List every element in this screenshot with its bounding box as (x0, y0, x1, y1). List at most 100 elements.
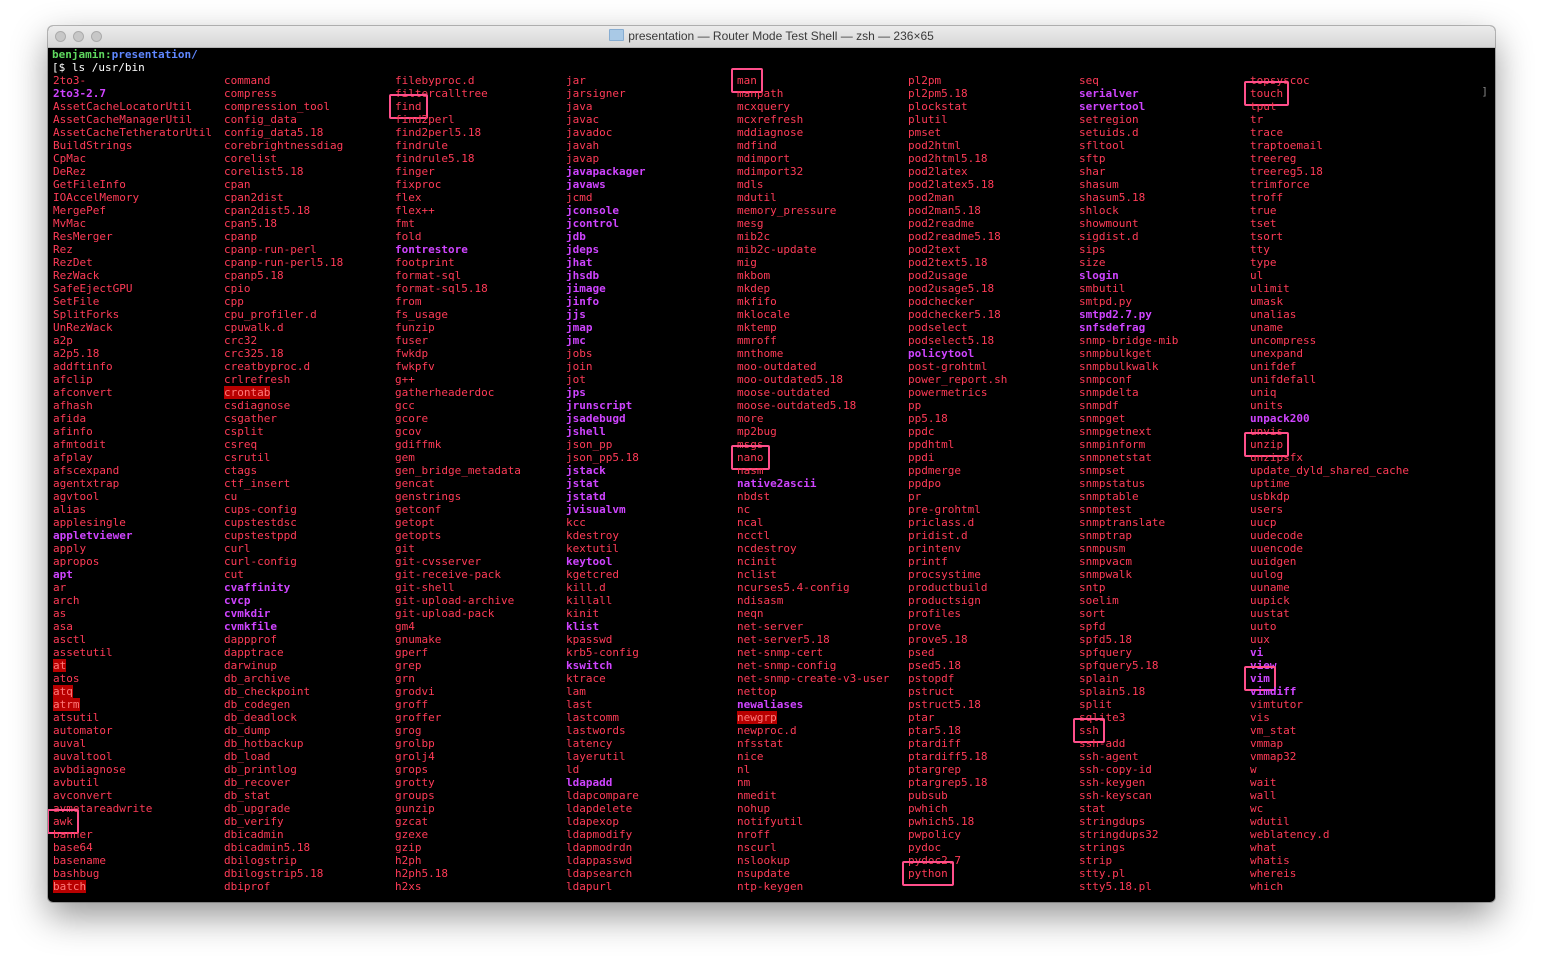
ls-row: agvtool (53, 490, 224, 503)
file-entry: snmptest (1079, 503, 1132, 516)
file-entry: crlrefresh (224, 373, 291, 386)
file-entry: batch (53, 880, 87, 893)
file-entry: pubsub (908, 789, 948, 802)
file-entry: strings (1079, 841, 1126, 854)
ls-row: treereg (1250, 152, 1421, 165)
window-title: presentation — Router Mode Test Shell — … (628, 29, 934, 43)
ls-row: cpio (224, 282, 395, 295)
terminal-content[interactable]: benjamin:presentation/ [$ ls /usr/bin ] … (48, 48, 1491, 902)
file-entry: jrunscript (566, 399, 633, 412)
ls-row: ptar5.18 (908, 724, 1079, 737)
file-entry: ssh-keyscan (1079, 789, 1152, 802)
file-entry: at (53, 659, 67, 672)
file-entry: moose-outdated (737, 386, 830, 399)
ls-row: priclass.d (908, 516, 1079, 529)
ls-row: ssh-keyscan (1079, 789, 1250, 802)
file-entry: cvaffinity (224, 581, 291, 594)
file-entry: ResMerger (53, 230, 113, 243)
file-entry: whereis (1250, 867, 1297, 880)
file-entry: compression_tool (224, 100, 330, 113)
ls-row: post-grohtml (908, 360, 1079, 373)
ls-row: a2p5.18 (53, 347, 224, 360)
ls-row: assetutil (53, 646, 224, 659)
file-entry: nslookup (737, 854, 790, 867)
ls-row: git-receive-pack (395, 568, 566, 581)
file-entry: cups-config (224, 503, 297, 516)
file-entry: gzip (395, 841, 422, 854)
file-entry: pre-grohtml (908, 503, 981, 516)
ls-row: fixproc (395, 178, 566, 191)
ls-row: AssetCacheLocatorUtil (53, 100, 224, 113)
file-entry: nscurl (737, 841, 777, 854)
ls-row: command (224, 74, 395, 87)
title-bar[interactable]: presentation — Router Mode Test Shell — … (48, 26, 1495, 48)
highlighted-entry: python (902, 861, 954, 886)
file-entry: jps (566, 386, 586, 399)
file-entry: cupstestppd (224, 529, 297, 542)
file-entry: pod2readme5.18 (908, 230, 1001, 243)
file-entry: base64 (53, 841, 93, 854)
ls-row: asa (53, 620, 224, 633)
ls-row: unpack200 (1250, 412, 1421, 425)
file-entry: troff (1250, 191, 1284, 204)
file-entry: snmpgetnext (1079, 425, 1152, 438)
file-entry: net-snmp-config (737, 659, 837, 672)
file-entry: ptardiff5.18 (908, 750, 988, 763)
ls-row: nclist (737, 568, 908, 581)
ls-row: afhash (53, 399, 224, 412)
ls-row: touch (1243, 81, 1421, 106)
ls-row: newgrp (737, 711, 908, 724)
ls-row: corelist5.18 (224, 165, 395, 178)
file-entry: cpp (224, 295, 244, 308)
ls-row: tsort (1250, 230, 1421, 243)
file-entry: kdestroy (566, 529, 619, 542)
file-entry: spfd (1079, 620, 1106, 633)
ls-row: shar (1079, 165, 1250, 178)
ls-row: kcc (566, 516, 737, 529)
ls-row: grep (395, 659, 566, 672)
file-entry: gunzip (395, 802, 435, 815)
file-entry: appletviewer (53, 529, 133, 542)
file-entry: jshell (566, 425, 606, 438)
file-entry: tset (1250, 217, 1277, 230)
ls-row: filebyproc.d (395, 74, 566, 87)
file-entry: snmpwalk (1079, 568, 1132, 581)
file-entry: addftinfo (53, 360, 113, 373)
file-entry: getconf (395, 503, 442, 516)
ls-row: snmpwalk (1079, 568, 1250, 581)
ls-row: avconvert (53, 789, 224, 802)
ls-row: batch (53, 880, 224, 893)
ls-row: csreq (224, 438, 395, 451)
ls-row: lastwords (566, 724, 737, 737)
ls-row: config_data (224, 113, 395, 126)
file-entry: snmpdf (1079, 399, 1119, 412)
file-entry: apt (53, 568, 73, 581)
ls-row: git-upload-archive (395, 594, 566, 607)
file-entry: git-shell (395, 581, 455, 594)
file-entry: jconsole (566, 204, 619, 217)
file-entry: trace (1250, 126, 1284, 139)
ls-row: podselect5.18 (908, 334, 1079, 347)
ls-row: RezWack (53, 269, 224, 282)
ls-row: ppdmerge (908, 464, 1079, 477)
ls-row: ssh-copy-id (1079, 763, 1250, 776)
ls-row: db_codegen (224, 698, 395, 711)
ls-row: 2to3-2.7 (53, 87, 224, 100)
file-entry: users (1250, 503, 1284, 516)
file-entry: ldapurl (566, 880, 613, 893)
file-entry: json_pp (566, 438, 613, 451)
ls-row: ncinit (737, 555, 908, 568)
ls-row: stat (1079, 802, 1250, 815)
file-entry: db_checkpoint (224, 685, 311, 698)
ls-row: pp (908, 399, 1079, 412)
file-entry: UnRezWack (53, 321, 113, 334)
file-entry: mmroff (737, 334, 777, 347)
file-entry: mesg (737, 217, 764, 230)
prompt-line: benjamin:presentation/ (52, 48, 1491, 61)
ls-row: gatherheaderdoc (395, 386, 566, 399)
file-entry: gnumake (395, 633, 442, 646)
ls-row: last (566, 698, 737, 711)
file-entry: nice (737, 750, 764, 763)
ls-row: setuids.d (1079, 126, 1250, 139)
file-entry: fmt (395, 217, 415, 230)
